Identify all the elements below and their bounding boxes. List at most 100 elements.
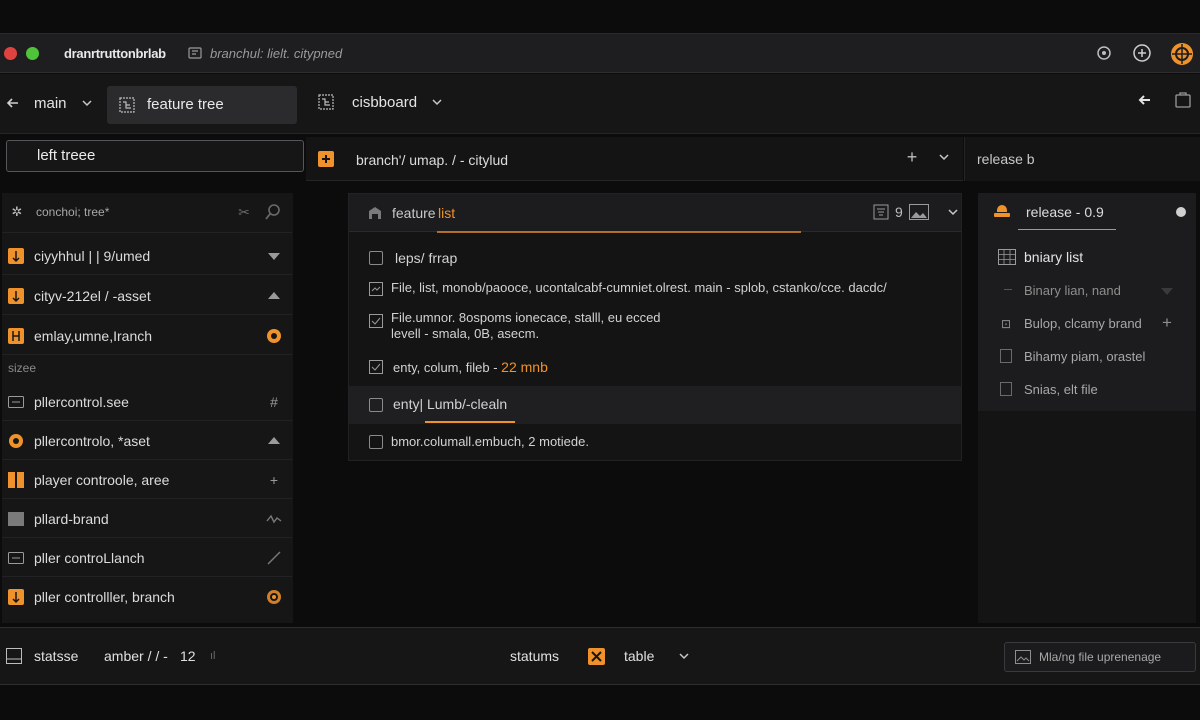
file-icon	[1000, 349, 1012, 363]
left-panel: ✲ conchoi; tree* ✂ ciyyhhul | | 9/umed c…	[2, 193, 293, 623]
edit-icon[interactable]	[266, 550, 282, 566]
status-statums[interactable]: statums	[510, 648, 559, 664]
tab-dashboard[interactable]: cisbboard	[352, 94, 417, 111]
card-title-feature: feature	[392, 205, 436, 221]
chevron-down-icon[interactable]	[938, 151, 950, 163]
row-checkbox[interactable]	[369, 435, 383, 449]
expand-down-icon[interactable]	[266, 248, 282, 264]
chevron-down-icon[interactable]	[947, 206, 959, 218]
list-item[interactable]: File, list, monob/paooce, ucontalcabf-cu…	[391, 280, 887, 295]
size-badge: 22 mnb	[501, 359, 548, 375]
status-middle-label: amber / / -	[104, 648, 168, 664]
left-tree-field-value: left treee	[37, 147, 96, 164]
status-count: 12	[180, 648, 196, 664]
toolbar: main feature tree cisbboard	[0, 74, 1200, 134]
binary-item[interactable]: Binary lian, nand	[1024, 283, 1121, 298]
tree-item-label: pllercontrolo, *aset	[34, 432, 150, 449]
maximize-window-button[interactable]	[26, 47, 39, 60]
app-name: dranrtruttonbrlab	[64, 46, 166, 61]
area-icon	[8, 471, 24, 488]
row-checkbox[interactable]	[369, 251, 383, 265]
card-count: 9	[895, 204, 903, 220]
release-panel-header: release - 0.9	[978, 193, 1196, 231]
status-dot-icon[interactable]	[266, 328, 282, 344]
tree-item[interactable]: pllard-brand	[2, 500, 292, 538]
status-search-input[interactable]	[1039, 647, 1189, 667]
collapse-up-icon[interactable]	[266, 433, 282, 449]
chevron-down-icon[interactable]	[678, 650, 690, 662]
status-left-label: statsse	[34, 648, 79, 664]
tree-item-label: player controole, aree	[34, 471, 170, 488]
file-icon	[369, 360, 383, 374]
center-header: branch'/ umap. / - citylud +	[306, 137, 963, 181]
file-icon	[369, 282, 383, 296]
collapse-up-icon[interactable]	[266, 288, 282, 304]
image-icon	[1015, 650, 1031, 664]
list-item[interactable]: enty, colum, fileb - 22 mnb	[393, 359, 548, 375]
search-icon[interactable]	[264, 203, 282, 221]
binary-item[interactable]: Bulop, clcamy brand	[1024, 316, 1142, 331]
list-item[interactable]: bmor.columall.embuch, 2 motiede.	[391, 434, 589, 449]
feature-list-card: feature list 9 leps/ frrap File, list, m…	[348, 193, 962, 461]
image-icon[interactable]	[909, 204, 929, 220]
add-icon[interactable]: +	[904, 147, 920, 167]
chevron-down-icon[interactable]	[81, 97, 93, 109]
tree-tool-icon: ✲	[11, 204, 23, 219]
left-tree-field[interactable]: left treee	[6, 140, 304, 172]
avatar[interactable]	[1170, 42, 1194, 66]
tree-item[interactable]: pller controLlanch	[2, 539, 292, 577]
status-table-label[interactable]: table	[624, 648, 654, 664]
add-icon[interactable]: +	[266, 472, 282, 488]
list-icon	[367, 205, 383, 221]
breadcrumb[interactable]: branch'/ umap. / - citylud	[356, 152, 508, 168]
tree-item[interactable]: pllercontrolo, *aset	[2, 422, 292, 460]
tree-item[interactable]: ciyyhhul | | 9/umed	[2, 237, 292, 275]
left-panel-title: conchoi; tree*	[36, 205, 110, 219]
tree-item[interactable]: pllercontrol.see #	[2, 383, 292, 421]
feature-list-header: feature list 9	[349, 194, 961, 232]
binary-list: bniary list Binary lian, nand ⊡ Bulop, c…	[978, 231, 1196, 411]
tree-item[interactable]: cityv-212el / -asset	[2, 277, 292, 315]
tab-feature-tree[interactable]: feature tree	[107, 86, 297, 124]
hash-icon[interactable]: #	[266, 394, 282, 410]
row-checkbox[interactable]	[369, 398, 383, 412]
settings-icon[interactable]	[1132, 43, 1152, 63]
status-search[interactable]	[1004, 642, 1196, 672]
file-icon	[369, 314, 383, 328]
file-icon	[1000, 382, 1012, 396]
panel-toggle-icon[interactable]	[1175, 92, 1191, 108]
back-arrow-icon[interactable]	[6, 96, 20, 110]
control-icon	[8, 550, 24, 566]
close-window-button[interactable]	[4, 47, 17, 60]
release-header-label[interactable]: release b	[977, 151, 1035, 167]
list-item[interactable]: leps/ frrap	[395, 250, 457, 266]
tools-icon[interactable]: ✂	[236, 204, 252, 220]
list-item-text: enty, colum, fileb -	[393, 360, 498, 375]
tree-item[interactable]: pller controlller, branch	[2, 578, 292, 616]
tree-item[interactable]: emlay,umne,Iranch	[2, 317, 292, 355]
tree-item[interactable]: player controole, aree +	[2, 461, 292, 499]
asset-icon	[8, 433, 24, 449]
status-dot-icon[interactable]	[266, 589, 282, 605]
add-branch-icon[interactable]	[318, 151, 334, 167]
list-item-text: enty| Lumb/-clealn	[393, 396, 508, 412]
title-bar: dranrtruttonbrlab branchul: lielt. cityp…	[0, 33, 1200, 73]
list-item-selected[interactable]: enty| Lumb/-clealn	[349, 386, 961, 424]
back-arrow-icon[interactable]	[1138, 93, 1152, 107]
binary-item[interactable]: Bihamy piam, orastel	[1024, 349, 1145, 364]
tree-item-label: pller controLlanch	[34, 549, 145, 566]
table-close-icon[interactable]	[588, 648, 605, 665]
add-icon[interactable]: +	[1162, 313, 1172, 333]
info-icon[interactable]	[1096, 45, 1112, 61]
chevron-down-icon[interactable]	[431, 96, 443, 108]
binary-item[interactable]: Snias, elt file	[1024, 382, 1098, 397]
brand-icon	[8, 511, 24, 527]
branch-selector[interactable]: main	[34, 95, 67, 112]
filter-icon[interactable]	[873, 204, 889, 220]
panel-icon[interactable]	[6, 648, 22, 664]
branch-icon	[8, 327, 24, 344]
list-item[interactable]: File.umnor. 8ospoms ionecace, stalll, eu…	[391, 310, 661, 325]
binary-list-title: bniary list	[1024, 249, 1084, 265]
chevron-down-icon[interactable]	[1160, 285, 1174, 297]
activity-icon[interactable]	[266, 511, 282, 527]
